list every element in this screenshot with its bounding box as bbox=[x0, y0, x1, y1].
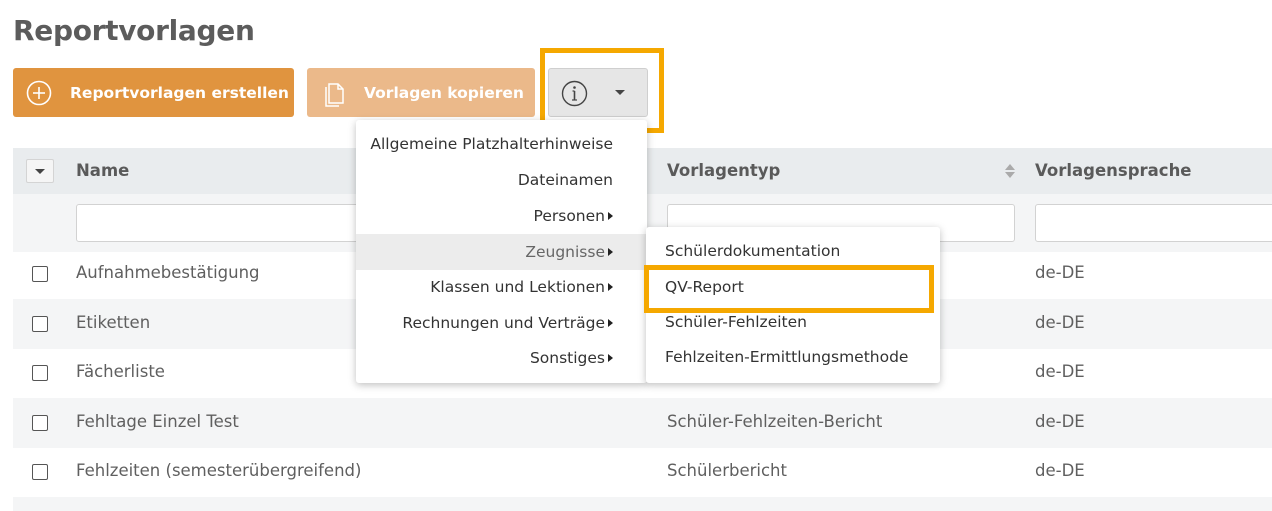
menu-item-general-placeholders[interactable]: Allgemeine Platzhalterhinweise bbox=[356, 126, 647, 162]
chevron-right-icon bbox=[608, 212, 613, 220]
cell-language: de-DE bbox=[1035, 461, 1085, 480]
cell-name: Fehlzeiten (semesterübergreifend) bbox=[76, 461, 362, 480]
create-template-label: Reportvorlagen erstellen bbox=[70, 83, 289, 102]
submenu-item-student-absences[interactable]: Schüler-Fehlzeiten bbox=[646, 305, 940, 340]
cell-type: Schüler-Fehlzeiten-Bericht bbox=[667, 412, 883, 431]
column-header-type[interactable]: Vorlagentyp bbox=[667, 161, 780, 180]
row-checkbox[interactable] bbox=[32, 365, 48, 381]
info-dropdown-button[interactable] bbox=[548, 68, 648, 117]
select-all-dropdown[interactable] bbox=[26, 159, 54, 183]
cell-language: de-DE bbox=[1035, 362, 1085, 381]
chevron-right-icon bbox=[608, 283, 613, 291]
plus-circle-icon bbox=[26, 80, 52, 106]
cell-name: Fächerliste bbox=[76, 362, 165, 381]
row-checkbox[interactable] bbox=[32, 464, 48, 480]
cell-language: de-DE bbox=[1035, 313, 1085, 332]
chevron-down-icon bbox=[35, 169, 45, 174]
menu-item-classes[interactable]: Klassen und Lektionen bbox=[356, 269, 647, 305]
cell-type: Schülerbericht bbox=[667, 461, 787, 480]
menu-item-reports[interactable]: Zeugnisse bbox=[356, 234, 647, 270]
copy-templates-label: Vorlagen kopieren bbox=[364, 83, 524, 102]
filter-language-input[interactable] bbox=[1035, 204, 1272, 242]
menu-item-other[interactable]: Sonstiges bbox=[356, 340, 647, 376]
row-checkbox[interactable] bbox=[32, 415, 48, 431]
menu-item-persons[interactable]: Personen bbox=[356, 198, 647, 234]
info-dropdown-menu: Allgemeine Platzhalterhinweise Dateiname… bbox=[356, 120, 647, 383]
table-row[interactable]: Fehltage Einzel Test Schüler-Fehlzeiten-… bbox=[13, 398, 1272, 448]
cell-name: Etiketten bbox=[76, 313, 151, 332]
cell-name: Aufnahmebestätigung bbox=[76, 263, 260, 282]
copy-icon bbox=[320, 80, 346, 107]
column-header-language[interactable]: Vorlagensprache bbox=[1035, 161, 1192, 180]
table-row[interactable]: Fehlzeiten (semesterübergreifend) Schüle… bbox=[13, 447, 1272, 497]
chevron-down-icon bbox=[615, 90, 625, 95]
table-row bbox=[13, 497, 1272, 511]
cell-language: de-DE bbox=[1035, 412, 1085, 431]
menu-item-invoices[interactable]: Rechnungen und Verträge bbox=[356, 305, 647, 341]
copy-templates-button[interactable]: Vorlagen kopieren bbox=[307, 68, 535, 117]
page-title: Reportvorlagen bbox=[13, 14, 255, 47]
menu-item-filenames[interactable]: Dateinamen bbox=[356, 162, 647, 198]
cell-language: de-DE bbox=[1035, 263, 1085, 282]
row-checkbox[interactable] bbox=[32, 316, 48, 332]
chevron-right-icon bbox=[608, 319, 613, 327]
sort-icon[interactable] bbox=[1004, 163, 1016, 179]
cell-name: Fehltage Einzel Test bbox=[76, 412, 239, 431]
submenu-item-qv-report[interactable]: QV-Report bbox=[646, 270, 940, 305]
submenu-item-absence-method[interactable]: Fehlzeiten-Ermittlungsmethode bbox=[646, 340, 940, 375]
filter-name-input[interactable] bbox=[76, 204, 366, 242]
create-template-button[interactable]: Reportvorlagen erstellen bbox=[13, 68, 294, 117]
info-circle-icon bbox=[561, 80, 588, 107]
chevron-right-icon bbox=[608, 354, 613, 362]
submenu-item-student-documentation[interactable]: Schülerdokumentation bbox=[646, 234, 940, 269]
reports-submenu: Schülerdokumentation QV-Report Schüler-F… bbox=[646, 227, 940, 383]
row-checkbox[interactable] bbox=[32, 266, 48, 282]
column-header-name[interactable]: Name bbox=[76, 161, 129, 180]
chevron-right-icon bbox=[608, 248, 613, 256]
